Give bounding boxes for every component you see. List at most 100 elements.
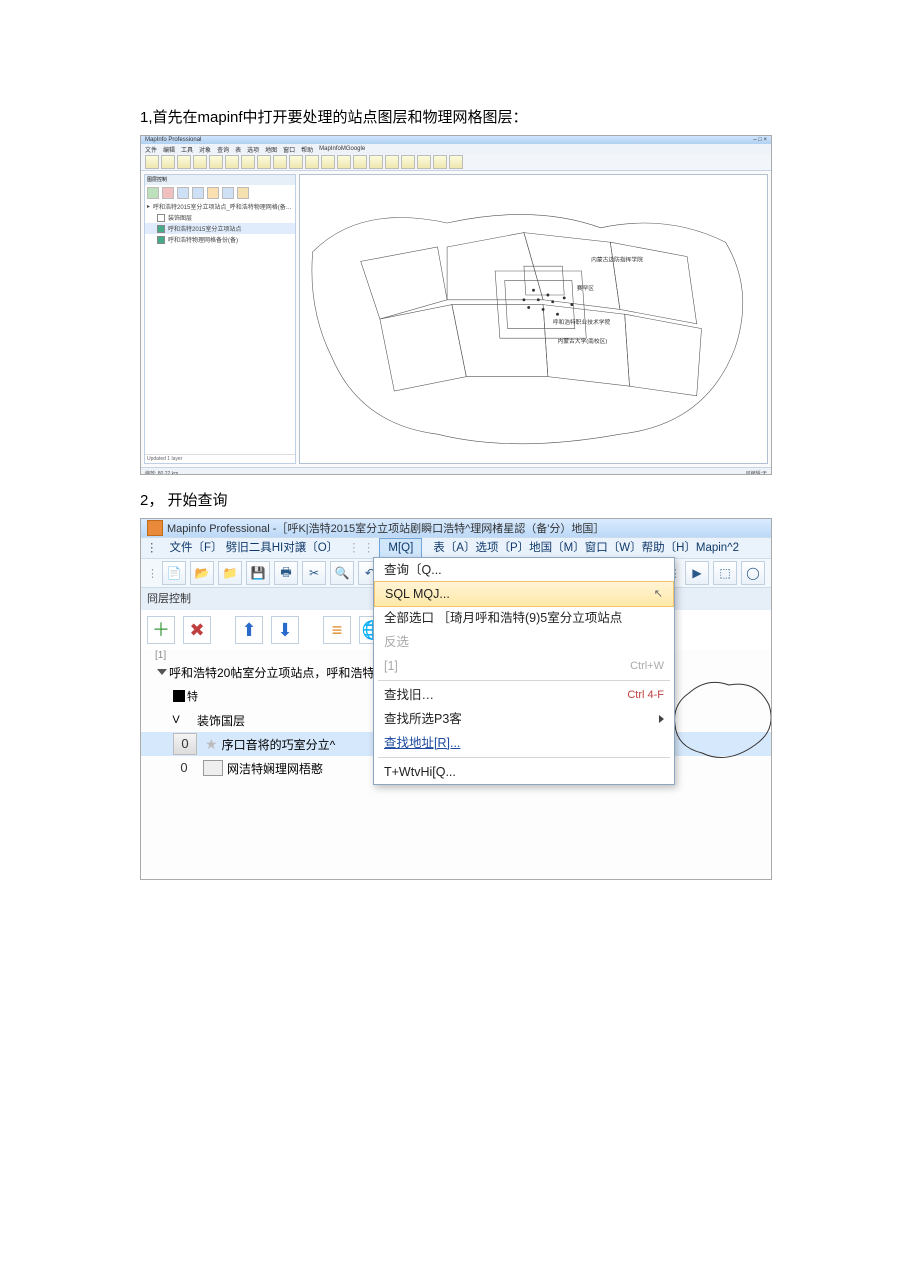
- menu-google[interactable]: MapInfoMGoogle: [319, 146, 365, 152]
- app-icon: [147, 520, 163, 536]
- layer-label: 网洁特娴理网梧憨: [227, 760, 323, 777]
- window-titlebar: MapInfo Professional – □ ×: [141, 136, 771, 144]
- collapse-icon[interactable]: [157, 669, 167, 675]
- toolbar-btn[interactable]: [449, 155, 463, 169]
- layer-row-selected[interactable]: 呼和浩特2015室分立项站点: [145, 223, 295, 234]
- layer-row[interactable]: 装饰图层: [145, 212, 295, 223]
- toolbar-btn[interactable]: [305, 155, 319, 169]
- toolbar-btn[interactable]: [241, 155, 255, 169]
- toolbar-btn[interactable]: [385, 155, 399, 169]
- move-down-icon[interactable]: ⬇: [271, 616, 299, 644]
- layer-panel-toolbar: [145, 185, 295, 201]
- lp-down-icon[interactable]: [192, 187, 204, 199]
- lp-globe-icon[interactable]: [222, 187, 234, 199]
- checkbox-icon[interactable]: [157, 236, 165, 244]
- toolbar-btn[interactable]: [401, 155, 415, 169]
- layer-label: 序口音将的巧室分立^: [222, 736, 336, 753]
- lp-stack-icon[interactable]: [207, 187, 219, 199]
- menu-item-clear: [1] Ctrl+W: [374, 654, 674, 678]
- toolbar-btn[interactable]: [225, 155, 239, 169]
- toolbar-btn[interactable]: [353, 155, 367, 169]
- print-icon[interactable]: 🖶: [274, 561, 298, 585]
- menu-edit[interactable]: 编辑: [163, 145, 175, 154]
- menu-query-active[interactable]: M[Q]: [379, 538, 422, 558]
- lp-up-icon[interactable]: [177, 187, 189, 199]
- toolbar-btn[interactable]: [321, 155, 335, 169]
- move-up-icon[interactable]: ⬆: [235, 616, 263, 644]
- layer-panel-foot: Updated 1 layer: [145, 454, 295, 463]
- toolbar-btn[interactable]: [433, 155, 447, 169]
- map-canvas[interactable]: 内蒙古边防指挥学院 赛罕区 呼和浩特职业技术学院 内蒙古大学(南校区): [299, 174, 768, 464]
- menu-tools[interactable]: 工具: [181, 145, 193, 154]
- zoom-icon[interactable]: 🔍: [330, 561, 354, 585]
- remove-layer-icon[interactable]: ✖: [183, 616, 211, 644]
- menu-query[interactable]: 查询: [217, 145, 229, 154]
- toolbar-btn[interactable]: [161, 155, 175, 169]
- menu-item-find-selection[interactable]: 查找所选P3客: [374, 707, 674, 731]
- map-outline: [667, 675, 772, 765]
- menu-item-find[interactable]: 查找旧… Ctrl 4-F: [374, 683, 674, 707]
- layer-stack-icon[interactable]: ≡: [323, 616, 351, 644]
- menu-item-stats[interactable]: T+WtvHi[Q...: [374, 760, 674, 784]
- lp-add-icon[interactable]: [147, 187, 159, 199]
- toolbar-btn[interactable]: [257, 155, 271, 169]
- status-zoom: 缩放: 80.22 km: [145, 470, 178, 476]
- menu-right[interactable]: 表〔A〕选项〔P〕地国〔M〕窗口〔W〕帮助〔H〕Mapin^2: [428, 538, 744, 558]
- open-icon[interactable]: 📂: [190, 561, 214, 585]
- toolbar-btn[interactable]: [273, 155, 287, 169]
- menu-map[interactable]: 地图: [265, 145, 277, 154]
- menu-item-label: 反选: [384, 633, 409, 651]
- menu-item-selectall[interactable]: 全部选口 ［琦月呼和浩特(9)5室分立项站点: [374, 606, 674, 630]
- toolbar-btn[interactable]: [417, 155, 431, 169]
- checkbox-icon[interactable]: [157, 214, 165, 222]
- new-icon[interactable]: 📄: [162, 561, 186, 585]
- menu-item-label: 全部选口 ［琦月呼和浩特(9)5室分立项站点: [384, 609, 622, 627]
- layer-panel: 图层控制 ▸ 呼和浩特2015室分立项站点_呼和浩特物理网格(备… 装饰图层: [144, 174, 296, 464]
- menu-item-sql-selected[interactable]: SQL MQJ... ↖: [374, 581, 674, 607]
- cut-icon[interactable]: ✂: [302, 561, 326, 585]
- map-polygons: 内蒙古边防指挥学院 赛罕区 呼和浩特职业技术学院 内蒙古大学(南校区): [300, 175, 767, 463]
- toolbar-btn[interactable]: [193, 155, 207, 169]
- pointer-icon[interactable]: ▶: [685, 561, 709, 585]
- layer-group-row[interactable]: ▸ 呼和浩特2015室分立项站点_呼和浩特物理网格(备…: [145, 201, 295, 212]
- menubar[interactable]: 文件 编辑 工具 对象 查询 表 选项 地图 窗口 帮助 MapInfoMGoo…: [141, 144, 771, 154]
- checkbox-icon[interactable]: [157, 225, 165, 233]
- menu-item-query[interactable]: 查询〔Q...: [374, 558, 674, 582]
- menu-shortcut: Ctrl 4-F: [627, 686, 664, 704]
- toolbar-btn[interactable]: [209, 155, 223, 169]
- marquee-icon[interactable]: ⬚: [713, 561, 737, 585]
- add-layer-icon[interactable]: ＋: [147, 616, 175, 644]
- toolbar-btn[interactable]: [369, 155, 383, 169]
- circle-select-icon[interactable]: ◯: [741, 561, 765, 585]
- status-editable: 可编辑:无: [746, 470, 767, 476]
- star-icon[interactable]: ★: [205, 736, 218, 753]
- menu-left[interactable]: 文件〔F〕 劈旧二具HI对譲〔O〕: [165, 538, 344, 558]
- toolbar-btn[interactable]: [337, 155, 351, 169]
- step1-text: 1,首先在mapinf中打开要处理的站点图层和物理网格图层：: [140, 106, 780, 127]
- open2-icon[interactable]: 📁: [218, 561, 242, 585]
- mapinfo-screenshot-1: MapInfo Professional – □ × 文件 编辑 工具 对象 查…: [140, 135, 772, 475]
- menu-file[interactable]: 文件: [145, 145, 157, 154]
- lp-remove-icon[interactable]: [162, 187, 174, 199]
- layer-label: 呼和浩特物理网格备份(备): [168, 235, 238, 244]
- app-title: MapInfo Professional: [145, 137, 201, 143]
- menu-item-label: T+WtvHi[Q...: [384, 763, 456, 781]
- menu-item-find-address[interactable]: 查找地址[R]...: [374, 731, 674, 755]
- menu-table[interactable]: 表: [235, 145, 241, 154]
- toolbar-btn[interactable]: [289, 155, 303, 169]
- menu-object[interactable]: 对象: [199, 145, 211, 154]
- lp-style-icon[interactable]: [237, 187, 249, 199]
- layer-row[interactable]: 呼和浩特物理网格备份(备): [145, 234, 295, 245]
- menu-help[interactable]: 帮助: [301, 145, 313, 154]
- submenu-arrow-icon: [659, 715, 664, 723]
- layer-panel-head: 图层控制: [145, 175, 295, 185]
- save-icon[interactable]: 💾: [246, 561, 270, 585]
- menubar[interactable]: ⋮ 文件〔F〕 劈旧二具HI对譲〔O〕 ⋮ ⋮ M[Q] 表〔A〕选项〔P〕地国…: [141, 537, 771, 559]
- layer-swatch-icon: [173, 690, 185, 702]
- menu-window[interactable]: 窗口: [283, 145, 295, 154]
- toolbar-btn[interactable]: [177, 155, 191, 169]
- toolbar-btn[interactable]: [145, 155, 159, 169]
- map-label: 内蒙古边防指挥学院: [591, 255, 643, 263]
- window-controls[interactable]: – □ ×: [753, 137, 767, 143]
- menu-options[interactable]: 选项: [247, 145, 259, 154]
